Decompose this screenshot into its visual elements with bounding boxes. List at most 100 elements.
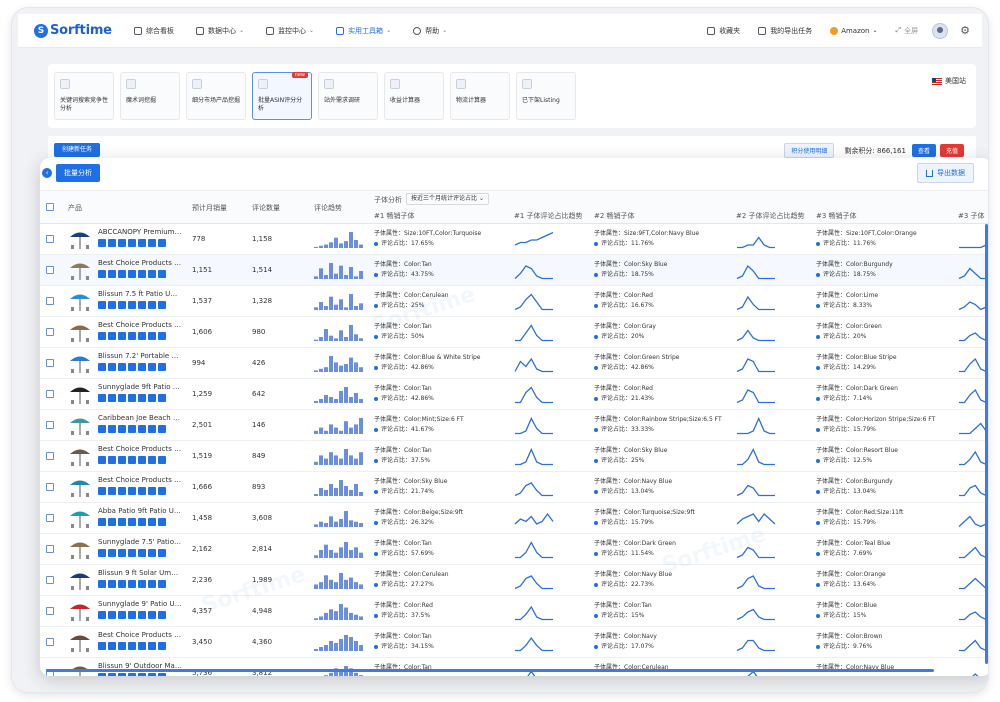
product-title[interactable]: ABCCANOPY Premium ... xyxy=(98,228,182,236)
table-row[interactable]: Best Choice Products 7... 1,519 849 子体属性：Co… xyxy=(40,441,988,472)
star-icon[interactable] xyxy=(138,456,146,464)
table-row[interactable]: Best Choice Products 10... 1,606 980 子体属性：C… xyxy=(40,317,988,348)
chart-icon[interactable] xyxy=(118,549,126,557)
table-row[interactable]: Blissun 9' Outdoor Mark... 5,736 3,812 子体属性… xyxy=(40,658,988,676)
chart-icon[interactable] xyxy=(118,301,126,309)
history-icon[interactable] xyxy=(158,270,166,278)
tool-delisted[interactable]: 已下架Listing xyxy=(516,72,576,120)
amazon-link-icon[interactable] xyxy=(98,270,106,278)
copy-icon[interactable] xyxy=(108,270,116,278)
fullscreen-button[interactable]: ⤢ 全屏 xyxy=(896,26,919,36)
row-checkbox[interactable] xyxy=(46,638,54,646)
row-checkbox[interactable] xyxy=(46,545,54,553)
history-icon[interactable] xyxy=(158,425,166,433)
history-icon[interactable] xyxy=(158,332,166,340)
tool-magic-words[interactable]: 魔术词挖掘 xyxy=(120,72,180,120)
export-data-button[interactable]: 导出数据 xyxy=(917,163,974,183)
more-icon[interactable] xyxy=(148,394,156,402)
amazon-link-icon[interactable] xyxy=(98,425,106,433)
subtype-period-select[interactable]: 按近三个月统计评论占比 ⌄ xyxy=(406,193,489,205)
more-icon[interactable] xyxy=(148,611,156,619)
table-row[interactable]: Abba Patio 9ft Patio Um... 1,458 3,608 子体属性… xyxy=(40,503,988,534)
product-title[interactable]: Best Choice Products 7... xyxy=(98,445,182,453)
more-icon[interactable] xyxy=(148,580,156,588)
tool-keyword-competition[interactable]: 关键词搜索竞争性分析 xyxy=(54,72,114,120)
product-thumbnail[interactable] xyxy=(68,258,92,282)
product-title[interactable]: Best Choice Products 10... xyxy=(98,631,182,639)
product-thumbnail[interactable] xyxy=(68,568,92,592)
row-checkbox[interactable] xyxy=(46,297,54,305)
copy-icon[interactable] xyxy=(108,487,116,495)
history-icon[interactable] xyxy=(158,239,166,247)
monitor-icon[interactable] xyxy=(128,239,136,247)
product-thumbnail[interactable] xyxy=(68,320,92,344)
history-icon[interactable] xyxy=(158,580,166,588)
history-icon[interactable] xyxy=(158,394,166,402)
tool-profit-calculator[interactable]: 收益计算器 xyxy=(384,72,444,120)
create-task-button[interactable]: 创建新任务 xyxy=(54,143,101,157)
product-title[interactable]: Sunnyglade 9ft Patio Um... xyxy=(98,383,182,391)
row-checkbox[interactable] xyxy=(46,235,54,243)
nav-item-toolbox[interactable]: 实用工具箱 ⌄ xyxy=(336,26,391,36)
tool-logistics-calculator[interactable]: 物流计算器 xyxy=(450,72,510,120)
view-button[interactable]: 查看 xyxy=(911,144,936,157)
col-reviews[interactable]: 评论数量 xyxy=(252,203,280,213)
product-title[interactable]: Sunnyglade 9' Patio Um... xyxy=(98,600,182,608)
chart-icon[interactable] xyxy=(118,611,126,619)
recharge-button[interactable]: 充值 xyxy=(939,144,964,157)
amazon-link-icon[interactable] xyxy=(98,642,106,650)
monitor-icon[interactable] xyxy=(128,487,136,495)
chart-icon[interactable] xyxy=(118,456,126,464)
amazon-link-icon[interactable] xyxy=(98,301,106,309)
copy-icon[interactable] xyxy=(108,239,116,247)
amazon-link-icon[interactable] xyxy=(98,611,106,619)
amazon-link-icon[interactable] xyxy=(98,332,106,340)
table-row[interactable]: Sunnyglade 9ft Patio Um... 1,259 642 子体属性：C… xyxy=(40,379,988,410)
history-icon[interactable] xyxy=(158,301,166,309)
monitor-icon[interactable] xyxy=(128,549,136,557)
row-checkbox[interactable] xyxy=(46,390,54,398)
product-thumbnail[interactable] xyxy=(68,413,92,437)
marketplace-select[interactable]: Amazon ⌄ xyxy=(830,26,878,35)
history-icon[interactable] xyxy=(158,642,166,650)
chart-icon[interactable] xyxy=(118,363,126,371)
amazon-link-icon[interactable] xyxy=(98,239,106,247)
table-row[interactable]: Sunnyglade 9' Patio Um... 4,357 4,948 子体属性：… xyxy=(40,596,988,627)
chart-icon[interactable] xyxy=(118,270,126,278)
amazon-link-icon[interactable] xyxy=(98,673,106,676)
more-icon[interactable] xyxy=(148,549,156,557)
star-icon[interactable] xyxy=(138,270,146,278)
horizontal-scrollbar[interactable] xyxy=(46,669,934,672)
copy-icon[interactable] xyxy=(108,456,116,464)
nav-item-monitor[interactable]: 监控中心 ⌄ xyxy=(266,26,314,36)
product-thumbnail[interactable] xyxy=(68,227,92,251)
history-icon[interactable] xyxy=(158,363,166,371)
amazon-link-icon[interactable] xyxy=(98,549,106,557)
product-thumbnail[interactable] xyxy=(68,506,92,530)
nav-item-dashboard[interactable]: 综合看板 xyxy=(134,26,174,36)
gear-icon[interactable]: ⚙ xyxy=(960,24,970,37)
vertical-scrollbar[interactable] xyxy=(985,224,988,664)
copy-icon[interactable] xyxy=(108,301,116,309)
history-icon[interactable] xyxy=(158,611,166,619)
more-icon[interactable] xyxy=(148,518,156,526)
more-icon[interactable] xyxy=(148,673,156,676)
product-thumbnail[interactable] xyxy=(68,444,92,468)
table-row[interactable]: ABCCANOPY Premium ... 778 1,158 子体属性：Size:1… xyxy=(40,224,988,255)
star-icon[interactable] xyxy=(138,549,146,557)
copy-icon[interactable] xyxy=(108,332,116,340)
product-thumbnail[interactable] xyxy=(68,599,92,623)
tool-batch-asin[interactable]: 批量ASIN评分分析 new xyxy=(252,72,312,120)
star-icon[interactable] xyxy=(138,363,146,371)
monitor-icon[interactable] xyxy=(128,456,136,464)
history-icon[interactable] xyxy=(158,673,166,676)
row-checkbox[interactable] xyxy=(46,607,54,615)
copy-icon[interactable] xyxy=(108,363,116,371)
select-all-checkbox[interactable] xyxy=(46,203,54,211)
more-icon[interactable] xyxy=(148,270,156,278)
product-title[interactable]: Caribbean Joe Beach U... xyxy=(98,414,182,422)
row-checkbox[interactable] xyxy=(46,483,54,491)
chart-icon[interactable] xyxy=(118,487,126,495)
row-checkbox[interactable] xyxy=(46,514,54,522)
product-title[interactable]: Abba Patio 9ft Patio Um... xyxy=(98,507,182,515)
